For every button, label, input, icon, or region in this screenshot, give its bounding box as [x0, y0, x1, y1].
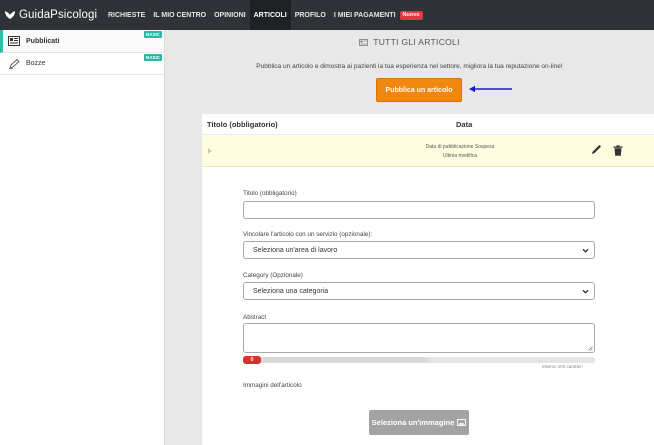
publish-article-button[interactable]: Pubblica un articolo — [376, 78, 462, 102]
sidebar-item-bozze[interactable]: Bozze BASIC — [0, 53, 164, 75]
edit-icon[interactable] — [591, 145, 601, 155]
sidebar: Pubblicati BASIC Bozze BASIC — [0, 30, 165, 445]
nav-profilo[interactable]: PROFILO — [291, 0, 330, 30]
select-image-label: Seleziona un'immagine — [371, 418, 455, 427]
character-count: 0 — [243, 356, 261, 364]
abstract-label: Abstract — [243, 314, 267, 321]
table-header: Titolo (obbligatorio) Data — [202, 114, 654, 135]
column-title: Titolo (obbligatorio) — [207, 119, 278, 129]
publication-date: Data di pubblicazione Sospesa — [425, 144, 495, 150]
expand-caret-icon[interactable] — [208, 148, 212, 154]
sidebar-item-label: Bozze — [26, 60, 46, 67]
sidebar-item-pubblicati[interactable]: Pubblicati BASIC — [0, 30, 164, 53]
articles-panel: Titolo (obbligatorio) Data Data di pubbl… — [202, 114, 654, 445]
service-select[interactable]: Seleziona un'area di lavoro — [243, 241, 595, 259]
abstract-textarea[interactable] — [243, 323, 595, 353]
nav-il-mio-centro[interactable]: IL MIO CENTRO — [149, 0, 210, 30]
service-select-value: Seleziona un'area di lavoro — [253, 246, 338, 254]
basic-badge: BASIC — [143, 54, 162, 61]
chevron-down-icon — [582, 248, 589, 253]
intro-text: Pubblica un articolo e dimostra ai pazie… — [256, 63, 563, 70]
main-content: TUTTI GLI ARTICOLI Pubblica un articolo … — [165, 30, 654, 445]
nav-i-miei-pagamenti[interactable]: I MIEI PAGAMENTI Nuovo — [330, 0, 427, 30]
image-icon — [457, 419, 467, 426]
category-select-value: Seleziona una categoria — [253, 287, 329, 295]
sidebar-item-label: Pubblicati — [26, 37, 60, 45]
pencil-icon — [8, 58, 20, 69]
category-label: Category (Opzionale) — [243, 272, 303, 279]
nav-richieste[interactable]: RICHIESTE — [104, 0, 149, 30]
minimum-characters-hint: Minimo 100 caratteri — [542, 364, 583, 369]
abstract-progress-bar: 0 — [243, 356, 595, 364]
published-list-icon — [8, 36, 20, 46]
title-label: Titolo (obbligatorio) — [243, 190, 297, 197]
progress-track-fill — [243, 357, 428, 363]
page-title-text: TUTTI GLI ARTICOLI — [373, 37, 460, 47]
service-label: Vincolare l'articolo con un servizio (op… — [243, 231, 373, 238]
nav-opinioni[interactable]: OPINIONI — [210, 0, 250, 30]
images-label: Immagini dell'articolo — [243, 382, 302, 389]
logo-icon — [5, 11, 15, 19]
nav-articoli[interactable]: ARTICOLI — [249, 0, 291, 30]
new-badge: Nuovo — [399, 10, 423, 20]
title-input[interactable] — [243, 201, 595, 219]
page-title: TUTTI GLI ARTICOLI — [165, 37, 654, 47]
top-navbar: GuidaPsicologi RICHIESTE IL MIO CENTRO O… — [0, 0, 654, 30]
chevron-down-icon — [582, 289, 589, 294]
select-image-button[interactable]: Seleziona un'immagine — [369, 410, 469, 435]
last-modified: Ultima modifica — [442, 153, 478, 159]
category-select[interactable]: Seleziona una categoria — [243, 282, 595, 300]
trash-icon[interactable] — [613, 145, 623, 156]
logo[interactable]: GuidaPsicologi — [0, 0, 104, 30]
nav-i-miei-pagamenti-label: I MIEI PAGAMENTI — [333, 11, 396, 19]
resize-grip-icon[interactable] — [588, 346, 593, 351]
column-date: Data — [456, 119, 473, 129]
row-date-meta: Data di pubblicazione Sospesa Ultima mod… — [385, 143, 535, 161]
table-row[interactable]: Data di pubblicazione Sospesa Ultima mod… — [202, 135, 654, 167]
basic-badge: BASIC — [143, 31, 162, 38]
articles-icon — [359, 38, 369, 46]
logo-text: GuidaPsicologi — [19, 9, 98, 21]
arrow-left-icon — [469, 85, 512, 93]
